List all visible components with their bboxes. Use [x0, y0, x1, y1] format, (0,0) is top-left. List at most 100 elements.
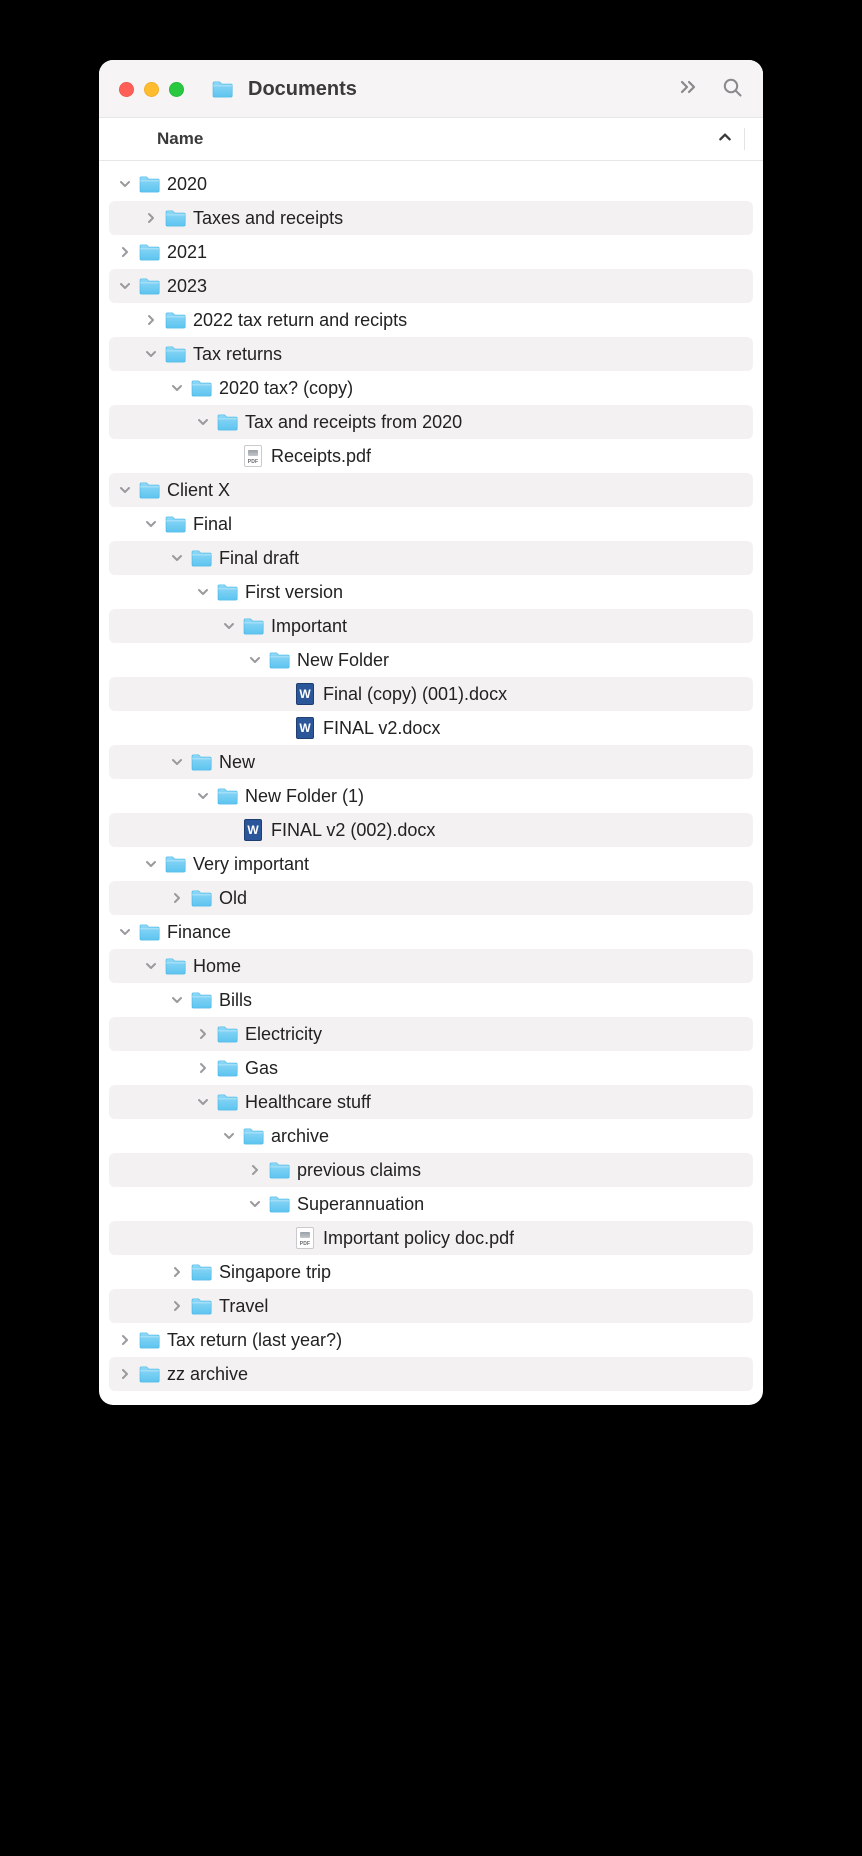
folder-row[interactable]: Travel [109, 1289, 753, 1323]
file-row[interactable]: FINAL v2.docx [109, 711, 753, 745]
folder-row[interactable]: Final draft [109, 541, 753, 575]
item-label: Tax and receipts from 2020 [245, 412, 462, 433]
search-button[interactable] [721, 76, 743, 103]
item-label: FINAL v2 (002).docx [271, 820, 435, 841]
folder-row[interactable]: previous claims [109, 1153, 753, 1187]
file-tree: 2020Taxes and receipts20212023 2022 tax r… [99, 161, 763, 1405]
file-row[interactable]: Receipts.pdf [109, 439, 753, 473]
disclosure-arrow-icon[interactable] [219, 1130, 239, 1142]
item-label: archive [271, 1126, 329, 1147]
folder-row[interactable]: New Folder [109, 643, 753, 677]
folder-row[interactable]: Gas [109, 1051, 753, 1085]
folder-row[interactable]: Tax return (last year?) [109, 1323, 753, 1357]
item-label: First version [245, 582, 343, 603]
folder-row[interactable]: Bills [109, 983, 753, 1017]
disclosure-arrow-icon[interactable] [141, 212, 161, 224]
disclosure-arrow-icon[interactable] [245, 654, 265, 666]
disclosure-arrow-icon[interactable] [193, 1028, 213, 1040]
folder-row[interactable]: Healthcare stuff [109, 1085, 753, 1119]
folder-row[interactable]: First version [109, 575, 753, 609]
folder-icon [189, 378, 213, 398]
item-label: Tax returns [193, 344, 282, 365]
folder-row[interactable]: Client X [109, 473, 753, 507]
disclosure-arrow-icon[interactable] [141, 314, 161, 326]
item-label: 2022 tax return and recipts [193, 310, 407, 331]
disclosure-arrow-icon[interactable] [167, 892, 187, 904]
folder-row[interactable]: 2020 [109, 167, 753, 201]
disclosure-arrow-icon[interactable] [115, 280, 135, 292]
disclosure-arrow-icon[interactable] [115, 1368, 135, 1380]
close-button[interactable] [119, 82, 134, 97]
disclosure-arrow-icon[interactable] [193, 416, 213, 428]
disclosure-arrow-icon[interactable] [115, 1334, 135, 1346]
disclosure-arrow-icon[interactable] [115, 246, 135, 258]
zoom-button[interactable] [169, 82, 184, 97]
folder-row[interactable]: Old [109, 881, 753, 915]
minimize-button[interactable] [144, 82, 159, 97]
folder-icon [163, 956, 187, 976]
file-row[interactable]: Important policy doc.pdf [109, 1221, 753, 1255]
folder-icon [210, 80, 234, 100]
disclosure-arrow-icon[interactable] [115, 484, 135, 496]
folder-icon [189, 548, 213, 568]
folder-row[interactable]: 2020 tax? (copy) [109, 371, 753, 405]
file-row[interactable]: FINAL v2 (002).docx [109, 813, 753, 847]
disclosure-arrow-icon[interactable] [193, 1096, 213, 1108]
folder-row[interactable]: Superannuation [109, 1187, 753, 1221]
disclosure-arrow-icon[interactable] [167, 552, 187, 564]
disclosure-arrow-icon[interactable] [115, 926, 135, 938]
folder-icon [189, 1296, 213, 1316]
disclosure-arrow-icon[interactable] [219, 620, 239, 632]
file-row[interactable]: Final (copy) (001).docx [109, 677, 753, 711]
folder-row[interactable]: New Folder (1) [109, 779, 753, 813]
folder-row[interactable]: 2023 [109, 269, 753, 303]
folder-icon [215, 1024, 239, 1044]
folder-row[interactable]: Tax returns [109, 337, 753, 371]
disclosure-arrow-icon[interactable] [167, 382, 187, 394]
column-divider [744, 128, 745, 150]
folder-icon [189, 1262, 213, 1282]
folder-row[interactable]: Important [109, 609, 753, 643]
disclosure-arrow-icon[interactable] [167, 1266, 187, 1278]
folder-icon [189, 990, 213, 1010]
disclosure-arrow-icon[interactable] [141, 858, 161, 870]
disclosure-arrow-icon[interactable] [193, 1062, 213, 1074]
folder-row[interactable]: zz archive [109, 1357, 753, 1391]
folder-icon [163, 208, 187, 228]
folder-row[interactable]: Final [109, 507, 753, 541]
folder-icon [163, 514, 187, 534]
folder-icon [215, 412, 239, 432]
disclosure-arrow-icon[interactable] [193, 586, 213, 598]
disclosure-arrow-icon[interactable] [167, 994, 187, 1006]
pdf-file-icon [241, 446, 265, 466]
disclosure-arrow-icon[interactable] [245, 1198, 265, 1210]
folder-row[interactable]: 2022 tax return and recipts [109, 303, 753, 337]
folder-row[interactable]: Very important [109, 847, 753, 881]
disclosure-arrow-icon[interactable] [115, 178, 135, 190]
disclosure-arrow-icon[interactable] [167, 756, 187, 768]
disclosure-arrow-icon[interactable] [193, 790, 213, 802]
item-label: Superannuation [297, 1194, 424, 1215]
folder-row[interactable]: New [109, 745, 753, 779]
folder-row[interactable]: 2021 [109, 235, 753, 269]
item-label: FINAL v2.docx [323, 718, 440, 739]
disclosure-arrow-icon[interactable] [141, 518, 161, 530]
folder-icon [215, 582, 239, 602]
folder-row[interactable]: Electricity [109, 1017, 753, 1051]
folder-row[interactable]: Tax and receipts from 2020 [109, 405, 753, 439]
folder-icon [267, 1194, 291, 1214]
item-label: Final [193, 514, 232, 535]
folder-icon [215, 1058, 239, 1078]
column-header[interactable]: Name [99, 117, 763, 161]
folder-row[interactable]: Taxes and receipts [109, 201, 753, 235]
folder-row[interactable]: Finance [109, 915, 753, 949]
folder-row[interactable]: Home [109, 949, 753, 983]
disclosure-arrow-icon[interactable] [141, 960, 161, 972]
folder-row[interactable]: Singapore trip [109, 1255, 753, 1289]
disclosure-arrow-icon[interactable] [245, 1164, 265, 1176]
disclosure-arrow-icon[interactable] [141, 348, 161, 360]
item-label: Very important [193, 854, 309, 875]
disclosure-arrow-icon[interactable] [167, 1300, 187, 1312]
folder-row[interactable]: archive [109, 1119, 753, 1153]
overflow-button[interactable] [679, 77, 699, 102]
